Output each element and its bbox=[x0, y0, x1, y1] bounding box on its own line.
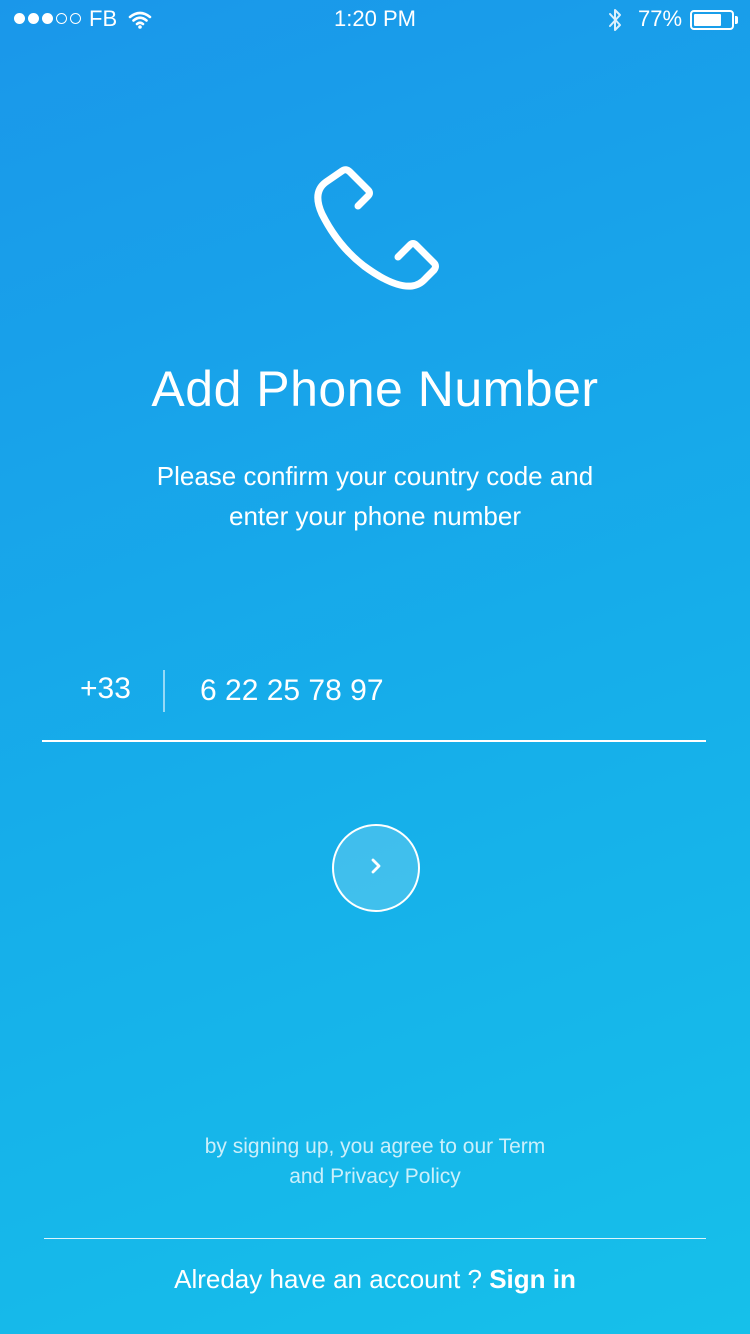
bluetooth-icon bbox=[606, 7, 624, 38]
account-prompt: Alreday have an account ? bbox=[174, 1264, 490, 1294]
status-bar: FB 1:20 PM 77% bbox=[0, 0, 750, 40]
phone-number-input[interactable] bbox=[200, 668, 680, 714]
phone-icon bbox=[306, 160, 442, 296]
subtitle-line: enter your phone number bbox=[229, 501, 521, 531]
page-title: Add Phone Number bbox=[151, 361, 599, 417]
terms-notice: by signing up, you agree to our Term and… bbox=[0, 1132, 750, 1192]
footer-divider bbox=[44, 1238, 706, 1239]
battery-percent: 77% bbox=[638, 6, 683, 31]
sign-in-link[interactable]: Sign in bbox=[489, 1264, 576, 1294]
battery-level bbox=[694, 14, 721, 26]
battery-cap bbox=[735, 16, 738, 24]
subtitle-line: Please confirm your country code and bbox=[156, 461, 594, 491]
terms-line[interactable]: and Privacy Policy bbox=[0, 1162, 750, 1192]
chevron-right-icon bbox=[369, 857, 383, 880]
battery-icon bbox=[690, 10, 734, 30]
signin-row: Alreday have an account ? Sign in bbox=[0, 1264, 750, 1295]
input-underline bbox=[42, 740, 706, 742]
terms-line: by signing up, you agree to our Term bbox=[204, 1135, 546, 1158]
country-code-selector[interactable]: +33 bbox=[80, 672, 131, 706]
next-button[interactable] bbox=[332, 824, 420, 912]
field-divider bbox=[163, 670, 165, 712]
page-subtitle: Please confirm your country code and ent… bbox=[0, 456, 750, 536]
